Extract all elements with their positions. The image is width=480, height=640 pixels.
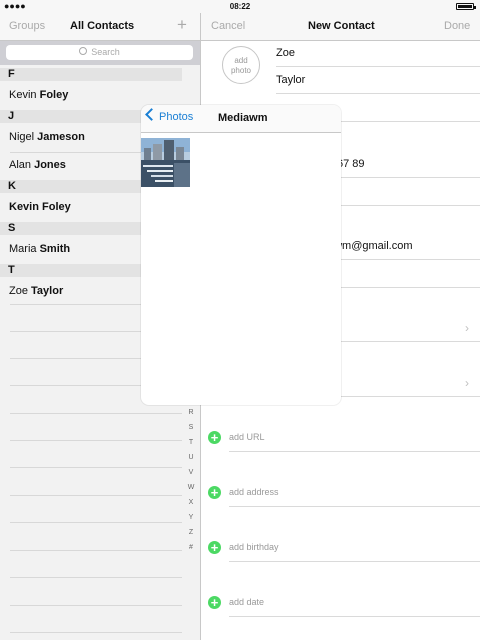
contact-row-nigel-jameson[interactable]: Nigel Jameson xyxy=(9,131,85,143)
status-bar: ●●●● 08:22 xyxy=(0,0,480,13)
search-placeholder: Search xyxy=(91,47,120,57)
row-divider xyxy=(10,440,182,441)
contact-first-name: Nigel xyxy=(9,131,35,143)
search-icon xyxy=(79,47,88,55)
add-address-label: add address xyxy=(229,487,279,497)
contact-first-name: Maria xyxy=(9,243,37,255)
done-button[interactable]: Done xyxy=(444,20,470,32)
add-photo-button[interactable]: add photo xyxy=(222,46,260,84)
add-plus-icon: + xyxy=(208,486,221,499)
add-birthday-label: add birthday xyxy=(229,542,279,552)
add-date-label: add date xyxy=(229,597,265,607)
row-divider xyxy=(10,605,182,606)
row-divider xyxy=(10,467,182,468)
search-input[interactable]: Search xyxy=(6,45,193,60)
status-time: 08:22 xyxy=(229,2,251,11)
field-divider xyxy=(276,93,480,94)
cancel-button[interactable]: Cancel xyxy=(211,20,245,32)
battery-icon xyxy=(456,3,476,10)
search-bar: Search xyxy=(0,41,200,65)
back-label: Photos xyxy=(159,111,194,123)
contact-last-name: Taylor xyxy=(31,285,64,297)
index-letter-z[interactable]: Z xyxy=(186,529,196,536)
groups-button[interactable]: Groups xyxy=(9,20,45,32)
row-divider xyxy=(10,495,182,496)
index-letter-y[interactable]: Y xyxy=(186,514,196,521)
field-divider xyxy=(229,451,480,452)
field-divider xyxy=(229,561,480,562)
row-divider xyxy=(10,413,182,414)
row-divider xyxy=(10,550,182,551)
album-title: Mediawm xyxy=(218,112,268,124)
contact-last-name: Jones xyxy=(34,159,66,171)
new-contact-title: New Contact xyxy=(308,20,375,32)
contact-row-alan-jones[interactable]: Alan Jones xyxy=(9,159,66,171)
contact-last-name: Foley xyxy=(42,201,71,213)
add-photo-label: add photo xyxy=(230,56,252,75)
add-plus-icon: + xyxy=(208,541,221,554)
chevron-right-icon[interactable]: › xyxy=(465,321,469,335)
add-plus-icon: + xyxy=(208,431,221,444)
back-to-photos-button[interactable]: Photos xyxy=(145,108,194,123)
contact-first-name: Kevin xyxy=(9,89,37,101)
contact-row-kevin-foley[interactable]: Kevin Foley xyxy=(9,89,68,101)
contact-first-name: Zoe xyxy=(9,285,28,297)
field-divider xyxy=(229,616,480,617)
index-letter-u[interactable]: U xyxy=(186,454,196,461)
row-divider xyxy=(10,522,182,523)
photo-picker-popover: Photos Mediawm xyxy=(141,105,341,405)
last-name-field[interactable]: Taylor xyxy=(276,74,305,86)
index-letter-t[interactable]: T xyxy=(186,439,196,446)
photo-thumbnail[interactable] xyxy=(141,138,190,187)
contact-first-name: Alan xyxy=(9,159,32,171)
popover-header: Photos Mediawm xyxy=(141,105,341,133)
add-plus-icon: + xyxy=(208,596,221,609)
index-letter-hash[interactable]: # xyxy=(186,544,196,551)
index-letter-s[interactable]: S xyxy=(186,424,196,431)
contact-last-name: Jameson xyxy=(37,131,85,143)
phone-field[interactable]: 67 89 xyxy=(337,158,365,170)
contact-last-name: Smith xyxy=(39,243,71,255)
add-contact-button[interactable]: + xyxy=(177,15,187,35)
contact-row-maria-smith[interactable]: Maria Smith xyxy=(9,243,70,255)
section-header-f: F xyxy=(0,68,182,81)
index-letter-r[interactable]: R xyxy=(186,409,196,416)
row-divider xyxy=(10,632,182,633)
new-contact-nav-bar: Cancel New Contact Done xyxy=(201,13,480,41)
chevron-left-icon xyxy=(145,108,158,121)
contacts-title: All Contacts xyxy=(70,20,135,32)
first-name-field[interactable]: Zoe xyxy=(276,47,295,59)
chevron-right-icon[interactable]: › xyxy=(465,376,469,390)
contact-row-kevin-foley-k[interactable]: Kevin Foley xyxy=(9,201,71,213)
contacts-nav-bar: Groups All Contacts + xyxy=(0,13,200,41)
field-divider xyxy=(276,66,480,67)
harbor-photo-image xyxy=(141,138,190,187)
index-letter-w[interactable]: W xyxy=(186,484,196,491)
index-letter-v[interactable]: V xyxy=(186,469,196,476)
contact-row-zoe-taylor[interactable]: Zoe Taylor xyxy=(9,285,63,297)
row-divider xyxy=(10,577,182,578)
contact-last-name: Foley xyxy=(39,89,69,101)
field-divider xyxy=(229,506,480,507)
add-url-label: add URL xyxy=(229,432,265,442)
index-letter-x[interactable]: X xyxy=(186,499,196,506)
contact-first-name: Kevin xyxy=(9,201,39,213)
